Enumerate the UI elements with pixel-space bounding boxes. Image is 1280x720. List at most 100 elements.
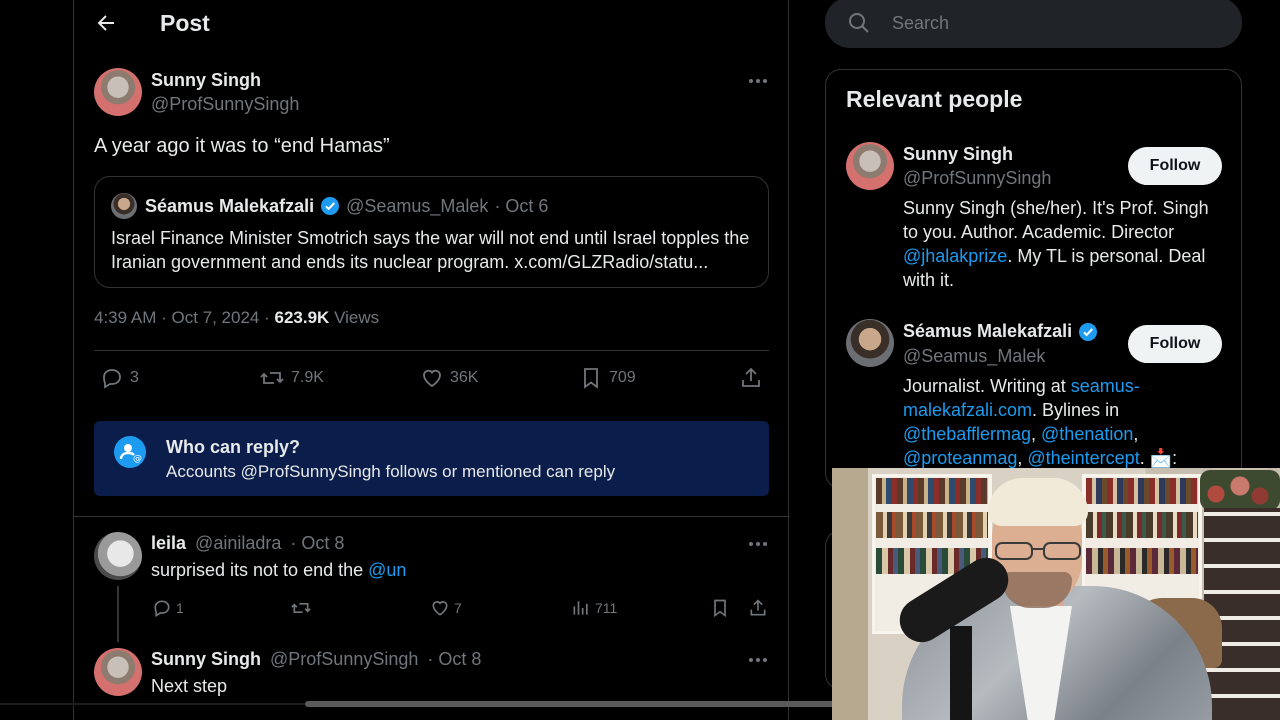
glasses-icon — [992, 540, 1084, 562]
person-hair — [988, 478, 1088, 526]
scrollbar-thumb[interactable] — [305, 701, 835, 707]
reply-count: 3 — [130, 369, 139, 386]
post-author-handle[interactable]: @ProfSunnySingh — [151, 94, 299, 115]
repost-count: 7.9K — [291, 369, 324, 386]
books — [1086, 478, 1198, 504]
bio-text: , — [1031, 424, 1042, 444]
reply-header: leila @ainiladra · Oct 8 — [151, 533, 344, 554]
like-count: 36K — [450, 369, 479, 386]
reply-author-name[interactable]: Sunny Singh — [151, 649, 261, 669]
more-options-icon[interactable] — [747, 533, 769, 555]
heart-icon — [423, 369, 441, 388]
person-avatar[interactable] — [846, 319, 894, 367]
bookmark-button[interactable]: 709 — [579, 366, 636, 390]
reply-author-name[interactable]: leila — [151, 533, 186, 553]
person-bio: Journalist. Writing at seamus-malekafzal… — [903, 374, 1223, 470]
reply-text: Next step — [151, 676, 228, 696]
quote-author-handle: @Seamus_Malek — [346, 195, 489, 216]
heart-icon — [432, 601, 448, 616]
post-author-name[interactable]: Sunny Singh — [151, 70, 261, 91]
reply-header: Sunny Singh @ProfSunnySingh · Oct 8 — [151, 649, 481, 670]
bio-mention-link[interactable]: @jhalakprize — [903, 246, 1007, 266]
reply-button[interactable]: 3 — [100, 366, 139, 390]
relevant-people-panel: Relevant people Sunny Singh @ProfSunnySi… — [825, 69, 1242, 489]
webcam-overlay — [832, 468, 1280, 720]
more-options-icon[interactable] — [747, 649, 769, 671]
person-name[interactable]: Séamus Malekafzali — [903, 321, 1098, 342]
back-arrow-icon[interactable] — [94, 11, 118, 35]
views-count: 623.9K — [274, 308, 330, 327]
like-button[interactable]: 36K — [420, 366, 478, 390]
bio-text: . Bylines in — [1032, 400, 1120, 420]
quote-header: Séamus Malekafzali @Seamus_Malek · Oct 6 — [111, 193, 548, 219]
books — [1086, 512, 1198, 538]
person-handle[interactable]: @ProfSunnySingh — [903, 168, 1051, 189]
reply-date[interactable]: · Oct 8 — [427, 649, 481, 669]
follow-button[interactable]: Follow — [1128, 147, 1222, 185]
books — [876, 478, 988, 504]
flower-arrangement — [1200, 470, 1280, 510]
reply-text-prefix: surprised its not to end the — [151, 560, 369, 580]
reply-restriction-subtitle: Accounts @ProfSunnySingh follows or ment… — [166, 462, 616, 481]
bio-text: . 📩: — [1139, 448, 1178, 468]
mention-link[interactable]: @un — [368, 560, 406, 580]
bio-text: , — [1133, 424, 1139, 444]
share-icon — [742, 367, 760, 387]
reply-author-handle[interactable]: @ProfSunnySingh — [270, 649, 418, 669]
search-icon — [848, 12, 870, 34]
divider — [94, 350, 769, 351]
reply-icon — [154, 600, 170, 617]
share-button[interactable] — [748, 598, 772, 618]
share-button[interactable] — [739, 366, 769, 390]
reply-restriction-title: Who can reply? — [166, 437, 301, 457]
reply-avatar[interactable] — [94, 532, 142, 580]
verified-badge-icon — [320, 196, 340, 216]
search-input[interactable] — [892, 10, 1222, 36]
verified-badge-icon — [1078, 322, 1098, 342]
person-handle[interactable]: @Seamus_Malek — [903, 346, 1045, 367]
reply-date[interactable]: · Oct 8 — [290, 533, 344, 553]
author-avatar[interactable] — [94, 68, 142, 116]
bio-mention-link[interactable]: @theintercept — [1027, 448, 1139, 468]
bio-text: , — [1017, 448, 1028, 468]
person-avatar[interactable] — [846, 142, 894, 190]
person-name[interactable]: Sunny Singh — [903, 144, 1013, 165]
like-button[interactable]: 7 — [430, 598, 462, 618]
reply-text: surprised its not to end the @un — [151, 560, 406, 581]
views-button[interactable]: 711 — [571, 598, 617, 618]
top-bar: Post — [74, 0, 790, 46]
reply-count: 1 — [176, 600, 184, 616]
quoted-post[interactable]: Séamus Malekafzali @Seamus_Malek · Oct 6… — [94, 176, 769, 288]
more-options-icon[interactable] — [747, 70, 769, 92]
post-timestamp[interactable]: 4:39 AM · Oct 7, 2024 · — [94, 308, 270, 327]
like-count: 7 — [454, 600, 462, 616]
post-text: A year ago it was to “end Hamas” — [94, 135, 390, 157]
views-count: 711 — [595, 600, 618, 616]
share-icon — [750, 599, 766, 616]
books — [1086, 548, 1198, 574]
repost-icon — [260, 372, 284, 384]
analytics-icon — [573, 601, 588, 615]
bio-mention-link[interactable]: @proteanmag — [903, 448, 1017, 468]
repost-button[interactable]: 7.9K — [259, 366, 324, 390]
person-bio: Sunny Singh (she/her). It's Prof. Singh … — [903, 196, 1223, 292]
microphone-arm — [950, 626, 972, 720]
follow-button[interactable]: Follow — [1128, 325, 1222, 363]
repost-button[interactable] — [290, 598, 316, 618]
page-title: Post — [160, 10, 210, 36]
svg-text:@: @ — [133, 454, 142, 464]
person-name-text: Séamus Malekafzali — [903, 321, 1073, 341]
bookmark-button[interactable] — [710, 598, 734, 618]
bio-mention-link[interactable]: @thebafflermag — [903, 424, 1031, 444]
quote-text: Israel Finance Minister Smotrich says th… — [111, 228, 750, 272]
person-name-text: Sunny Singh — [903, 144, 1013, 164]
user-mention-icon: @ — [114, 436, 146, 468]
reply-button[interactable]: 1 — [152, 598, 184, 618]
views-label: Views — [334, 308, 380, 327]
bio-mention-link[interactable]: @thenation — [1041, 424, 1133, 444]
reply-avatar[interactable] — [94, 648, 142, 696]
bio-text: Journalist. Writing at — [903, 376, 1071, 396]
post-meta: 4:39 AM · Oct 7, 2024 · 623.9K Views — [94, 308, 379, 328]
horizontal-scrollbar[interactable] — [0, 697, 835, 709]
reply-author-handle[interactable]: @ainiladra — [195, 533, 281, 553]
